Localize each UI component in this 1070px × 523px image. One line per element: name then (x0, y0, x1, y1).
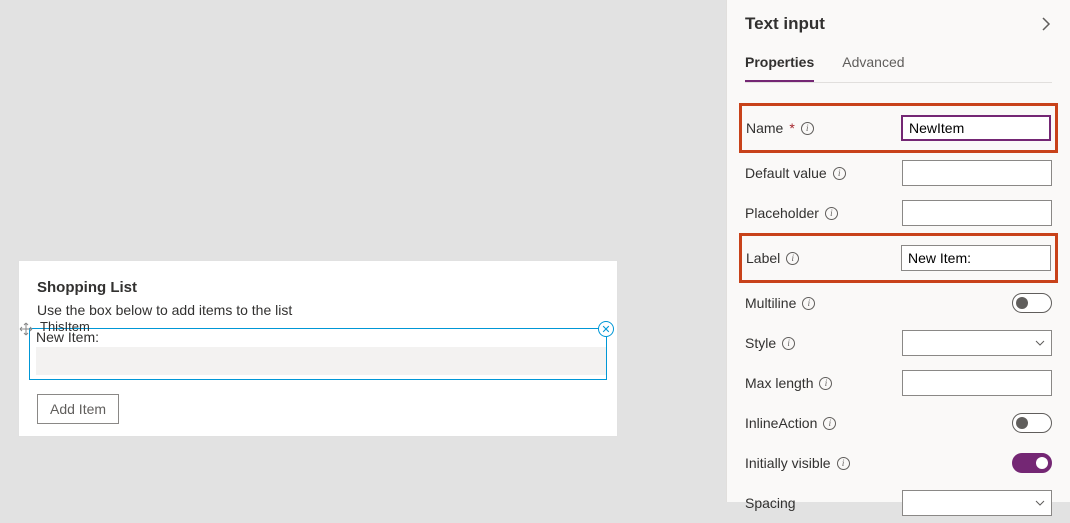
design-canvas[interactable]: Shopping List Use the box below to add i… (0, 0, 726, 502)
prop-initiallyvisible-toggle[interactable] (1012, 453, 1052, 473)
prop-initiallyvisible-label: Initially visible (745, 455, 831, 471)
panel-tabs: Properties Advanced (745, 54, 1052, 83)
prop-multiline-toggle[interactable] (1012, 293, 1052, 313)
info-icon[interactable]: i (786, 252, 799, 265)
highlight-label-row: Label i (739, 233, 1058, 283)
chevron-right-icon[interactable] (1040, 17, 1052, 31)
prop-placeholder-label: Placeholder (745, 205, 819, 221)
info-icon[interactable]: i (802, 297, 815, 310)
add-item-button[interactable]: Add Item (37, 394, 119, 424)
highlight-name-row: Name * i (739, 103, 1058, 153)
prop-maxlength-input[interactable] (902, 370, 1052, 396)
selected-control-name: ThisItem (40, 319, 90, 334)
prop-name-label: Name (746, 120, 783, 136)
prop-spacing-label: Spacing (745, 495, 796, 511)
prop-defaultvalue-label: Default value (745, 165, 827, 181)
info-icon[interactable]: i (825, 207, 838, 220)
prop-inlineaction-toggle[interactable] (1012, 413, 1052, 433)
properties-panel: Text input Properties Advanced Name * i … (726, 0, 1070, 502)
prop-placeholder-input[interactable] (902, 200, 1052, 226)
info-icon[interactable]: i (801, 122, 814, 135)
prop-inlineaction-label: InlineAction (745, 415, 817, 431)
required-asterisk: * (789, 120, 794, 136)
move-handle-icon[interactable] (18, 321, 34, 337)
panel-title: Text input (745, 14, 825, 34)
prop-multiline-label: Multiline (745, 295, 796, 311)
prop-spacing-select[interactable] (902, 490, 1052, 516)
card-description: Use the box below to add items to the li… (37, 302, 617, 318)
prop-maxlength-label: Max length (745, 375, 813, 391)
selected-control[interactable]: ✕ ThisItem New Item: (29, 328, 607, 380)
textinput-label: New Item: (30, 329, 606, 345)
prop-label-label: Label (746, 250, 780, 266)
textinput-field[interactable] (36, 347, 606, 375)
info-icon[interactable]: i (819, 377, 832, 390)
info-icon[interactable]: i (782, 337, 795, 350)
prop-defaultvalue-input[interactable] (902, 160, 1052, 186)
textinput-field-wrapper (30, 345, 606, 379)
prop-label-input[interactable] (901, 245, 1051, 271)
prop-name-input[interactable] (901, 115, 1051, 141)
card-title: Shopping List (37, 279, 617, 296)
prop-style-select[interactable] (902, 330, 1052, 356)
prop-style-label: Style (745, 335, 776, 351)
delete-handle-icon[interactable]: ✕ (598, 321, 614, 337)
tab-properties[interactable]: Properties (745, 54, 814, 82)
info-icon[interactable]: i (823, 417, 836, 430)
info-icon[interactable]: i (837, 457, 850, 470)
shopping-list-card: Shopping List Use the box below to add i… (18, 260, 618, 437)
info-icon[interactable]: i (833, 167, 846, 180)
tab-advanced[interactable]: Advanced (842, 54, 904, 82)
